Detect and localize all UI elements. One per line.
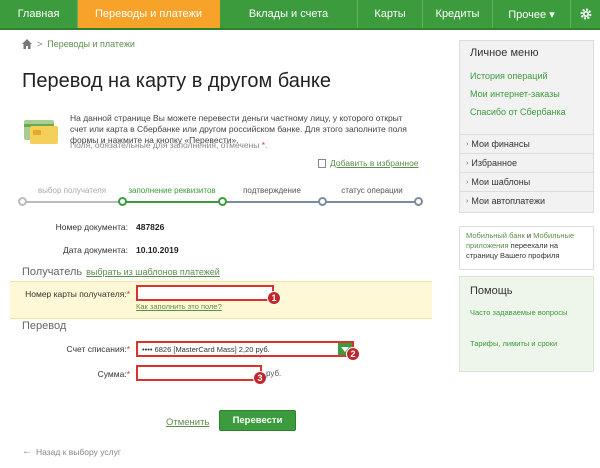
- transfer-section-title: Перевод: [22, 320, 67, 332]
- menu-group-autopayments[interactable]: › Мои автоплатежи: [460, 191, 593, 210]
- personal-menu: Личное меню История операций Мои интерне…: [459, 40, 594, 213]
- chevron-right-icon: ›: [466, 159, 469, 167]
- back-link-label: Назад к выбору услуг: [36, 446, 121, 457]
- chevron-right-icon: ›: [466, 178, 469, 186]
- amount-label: Сумма:*: [20, 369, 130, 379]
- menu-group-finances-label: Мои финансы: [471, 139, 530, 149]
- amount-required-star: *: [126, 369, 130, 379]
- settings-button[interactable]: [571, 0, 600, 28]
- menu-group-templates-label: Мои шаблоны: [471, 177, 531, 187]
- help-link-tariffs[interactable]: Тарифы, лимиты и сроки: [470, 339, 580, 349]
- step-label-2: заполнение реквизитов: [128, 186, 216, 195]
- top-navigation: Главная Переводы и платежи Вклады и счет…: [0, 0, 600, 30]
- menu-link-orders[interactable]: Мои интернет-заказы: [470, 89, 560, 99]
- add-to-favorites-label: Добавить в избранное: [330, 158, 419, 168]
- debit-account-value: •••• 6826 [MasterCard Mass] 2,20 руб.: [142, 344, 270, 354]
- personal-menu-title: Личное меню: [470, 47, 539, 59]
- arrow-left-icon: ←: [22, 446, 32, 457]
- breadcrumb-link-transfers[interactable]: Переводы и платежи: [47, 39, 135, 49]
- amount-label-text: Сумма:: [97, 369, 127, 379]
- step-dot-2: [118, 197, 127, 206]
- menu-group-favorites[interactable]: › Избранное: [460, 153, 593, 172]
- menu-link-history[interactable]: История операций: [470, 71, 548, 81]
- currency-label: руб.: [266, 369, 282, 378]
- how-to-fill-link[interactable]: Как заполнить это поле?: [136, 302, 222, 311]
- debit-account-required-star: *: [126, 344, 130, 354]
- recipient-title-text: Получатель: [22, 266, 83, 278]
- menu-group-finances[interactable]: › Мои финансы: [460, 134, 593, 153]
- mobile-bank-link[interactable]: Мобильный банк: [466, 231, 525, 240]
- debit-account-select[interactable]: •••• 6826 [MasterCard Mass] 2,20 руб.: [136, 341, 354, 357]
- step-dot-1: [18, 197, 27, 206]
- step-line-2: [122, 201, 222, 203]
- mobile-bank-notice: Мобильный банк и Мобильные приложения пе…: [459, 226, 594, 270]
- step-label-3: подтверждение: [243, 186, 301, 195]
- menu-group-favorites-label: Избранное: [471, 158, 517, 168]
- amount-input[interactable]: [136, 365, 262, 381]
- select-template-link[interactable]: выбрать из шаблонов платежей: [86, 267, 220, 277]
- nav-item-main[interactable]: Главная: [0, 0, 78, 28]
- card-number-required-star: *: [126, 289, 130, 299]
- nav-item-other[interactable]: Прочее ▾: [493, 0, 571, 28]
- transfer-button[interactable]: Перевести: [219, 410, 296, 431]
- help-box: Помощь Часто задаваемые вопросы Тарифы, …: [459, 276, 594, 372]
- required-star: *: [261, 140, 266, 150]
- card-number-label: Номер карты получателя:*: [20, 289, 130, 299]
- help-title: Помощь: [470, 285, 513, 297]
- menu-group-autopayments-label: Мои автоплатежи: [471, 196, 545, 206]
- nav-item-deposits[interactable]: Вклады и счета: [220, 0, 358, 28]
- nav-item-cards[interactable]: Карты: [358, 0, 423, 28]
- step-dot-3: [218, 197, 227, 206]
- card-icon: [24, 120, 58, 144]
- help-link-faq[interactable]: Часто задаваемые вопросы: [470, 308, 580, 318]
- gear-icon: [580, 8, 591, 20]
- required-note-text: Поля, обязательные для заполнения, отмеч…: [70, 140, 260, 150]
- step-line-4: [322, 201, 422, 203]
- debit-account-label-text: Счет списания:: [66, 344, 127, 354]
- breadcrumb-separator: >: [37, 39, 43, 49]
- cancel-link[interactable]: Отменить: [166, 417, 209, 428]
- step-dot-5: [414, 197, 423, 206]
- document-number-label: Номер документа:: [55, 222, 128, 232]
- step-dot-4: [318, 197, 327, 206]
- notice-and-text: и: [524, 231, 534, 240]
- progress-steps: выбор получателя заполнение реквизитов п…: [18, 186, 423, 206]
- menu-link-thanks[interactable]: Спасибо от Сбербанка: [470, 107, 566, 117]
- chevron-right-icon: ›: [466, 140, 469, 148]
- recipient-section-title: Получатель выбрать из шаблонов платежей: [22, 266, 220, 278]
- add-to-favorites-link[interactable]: Добавить в избранное: [318, 158, 419, 168]
- nav-item-transfers[interactable]: Переводы и платежи: [78, 0, 220, 28]
- step-line-3: [222, 201, 322, 203]
- card-number-input[interactable]: [136, 285, 274, 301]
- menu-group-templates[interactable]: › Мои шаблоны: [460, 172, 593, 191]
- chevron-right-icon: ›: [466, 197, 469, 205]
- page-title: Перевод на карту в другом банке: [22, 70, 332, 92]
- annotation-badge-2: 2: [346, 347, 360, 361]
- nav-item-credits[interactable]: Кредиты: [423, 0, 493, 28]
- document-number-value: 487826: [136, 222, 165, 232]
- document-date-value: 10.10.2019: [136, 245, 179, 255]
- favorite-icon: [318, 158, 326, 168]
- breadcrumb: > Переводы и платежи: [22, 39, 135, 49]
- debit-account-label: Счет списания:*: [20, 344, 130, 354]
- document-date-label: Дата документа:: [63, 245, 128, 255]
- annotation-badge-3: 3: [253, 371, 267, 385]
- home-icon[interactable]: [22, 39, 32, 49]
- step-line-1: [22, 201, 122, 203]
- step-label-1: выбор получателя: [37, 186, 107, 195]
- annotation-badge-1: 1: [267, 291, 281, 305]
- back-to-services-link[interactable]: ← Назад к выбору услуг: [22, 446, 121, 457]
- card-number-label-text: Номер карты получателя:: [25, 289, 127, 299]
- step-label-4: статус операции: [341, 186, 403, 195]
- required-note: Поля, обязательные для заполнения, отмеч…: [70, 140, 268, 150]
